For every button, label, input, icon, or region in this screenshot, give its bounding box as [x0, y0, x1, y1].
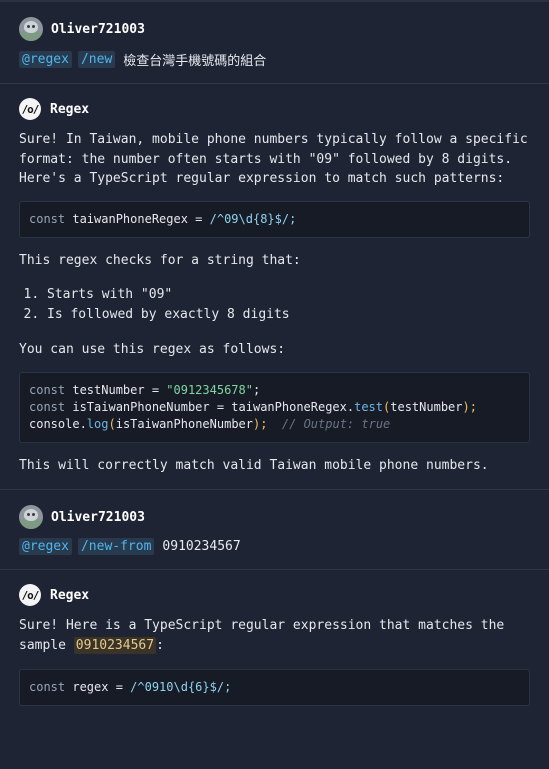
checks-intro: This regex checks for a string that:: [19, 252, 301, 268]
code-punctuation: ;: [252, 382, 261, 397]
code-identifier: isTaiwanPhoneNumber = taiwanPhoneRegex.: [65, 399, 355, 414]
code-keyword: const: [29, 382, 66, 397]
code-block[interactable]: const regex = /^0910\d{6}$/;: [19, 669, 530, 706]
avatar-eye-shape: [32, 513, 35, 516]
code-keyword: const: [29, 399, 66, 414]
code-function: test: [354, 399, 384, 414]
code-comment: // Output: true: [267, 416, 391, 431]
message-body: Sure! In Taiwan, mobile phone numbers ty…: [19, 130, 530, 475]
code-keyword: const: [29, 680, 66, 694]
command-tag[interactable]: @regex: [19, 538, 72, 555]
command-line: @regex /new 檢查台灣手機號碼的組合: [19, 50, 530, 69]
inline-code: 0910234567: [73, 636, 157, 654]
code-regex: /^0910\d{6}$/;: [130, 680, 232, 694]
message-header: Oliver721003: [19, 504, 530, 530]
code-punctuation: );: [462, 399, 477, 414]
code-identifier: testNumber =: [65, 382, 167, 397]
bot-name: Regex: [50, 587, 90, 603]
avatar-eye-shape: [32, 25, 35, 28]
bot-message: /o/ Regex Sure! Here is a TypeScript reg…: [0, 570, 549, 733]
code-regex: /^09\d{8}$/;: [209, 211, 297, 226]
avatar[interactable]: [19, 17, 43, 41]
message-text: 檢查台灣手機號碼的組合: [123, 54, 267, 69]
message-body: Sure! Here is a TypeScript regular expre…: [19, 616, 530, 706]
list-item: Is followed by exactly 8 digits: [47, 305, 530, 325]
regex-logo-icon: /o/: [19, 98, 41, 120]
code-identifier: testNumber: [390, 399, 463, 414]
code-identifier: isTaiwanPhoneNumber: [115, 416, 253, 431]
code-keyword: const: [29, 211, 66, 226]
avatar-eye-shape: [27, 25, 30, 28]
bot-name: Regex: [50, 101, 90, 117]
code-identifier: console.: [29, 416, 87, 431]
code-identifier: taiwanPhoneRegex =: [65, 211, 210, 226]
command-tag[interactable]: /new-from: [77, 538, 155, 555]
code-punctuation: (: [108, 416, 116, 431]
usage-intro: You can use this regex as follows:: [19, 342, 286, 357]
outro-text: This will correctly match valid Taiwan m…: [19, 457, 489, 473]
regex-logo-icon: /o/: [19, 584, 41, 606]
message-header: /o/ Regex: [19, 96, 530, 122]
avatar-eye-shape: [27, 513, 30, 516]
intro-text: Sure! Here is a TypeScript regular expre…: [19, 616, 530, 655]
command-tag[interactable]: /new: [77, 51, 116, 68]
message-text: 0910234567: [162, 539, 241, 554]
code-block[interactable]: const testNumber = "0912345678"; const i…: [19, 371, 530, 443]
code-string: "0912345678": [166, 382, 253, 397]
message-header: Oliver721003: [19, 16, 530, 42]
intro-text-part: :: [156, 637, 164, 653]
username[interactable]: Oliver721003: [51, 22, 145, 37]
message-header: /o/ Regex: [19, 582, 530, 608]
bot-message: /o/ Regex Sure! In Taiwan, mobile phone …: [0, 84, 549, 490]
intro-text: Sure! In Taiwan, mobile phone numbers ty…: [19, 132, 528, 186]
checks-list: Starts with "09" Is followed by exactly …: [19, 285, 530, 325]
code-block[interactable]: const taiwanPhoneRegex = /^09\d{8}$/;: [19, 200, 530, 238]
user-message: Oliver721003 @regex /new 檢查台灣手機號碼的組合: [0, 2, 549, 84]
code-identifier: regex =: [65, 680, 131, 694]
list-item: Starts with "09": [47, 285, 530, 305]
code-punctuation: );: [253, 416, 268, 431]
code-function: log: [86, 416, 109, 431]
user-message: Oliver721003 @regex /new-from 0910234567: [0, 490, 549, 570]
avatar[interactable]: [19, 505, 43, 529]
username[interactable]: Oliver721003: [51, 510, 145, 525]
command-line: @regex /new-from 0910234567: [19, 538, 530, 555]
command-tag[interactable]: @regex: [19, 51, 72, 68]
